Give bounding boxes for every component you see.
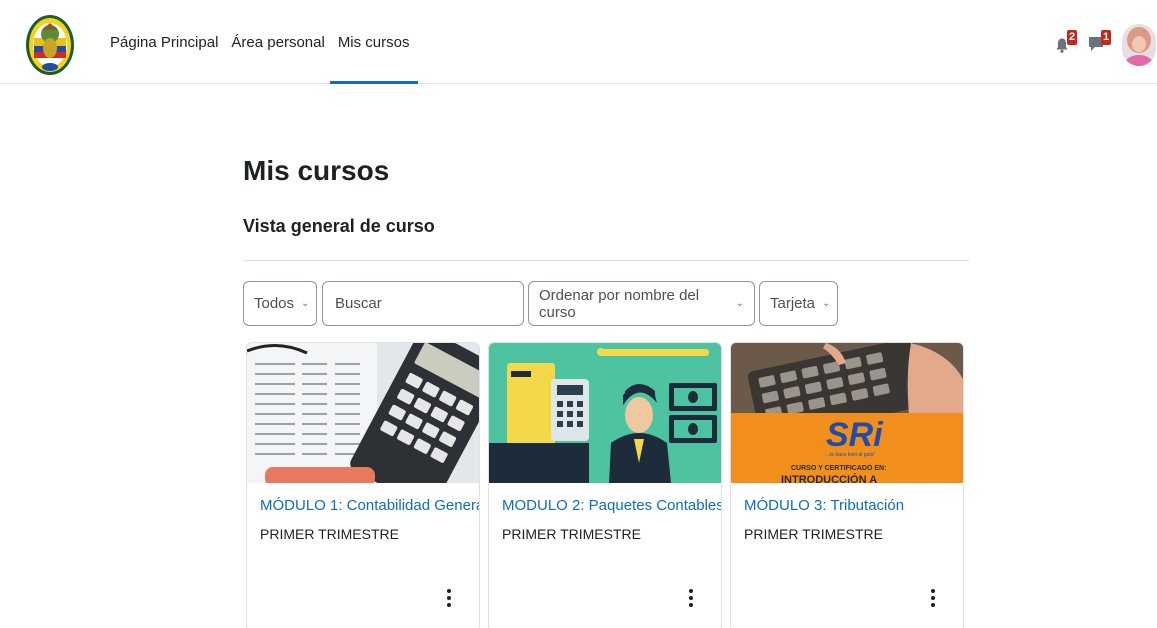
sort-dropdown[interactable]: Ordenar por nombre del curso ⌄ <box>528 281 755 326</box>
view-dropdown[interactable]: Tarjeta ⌄ <box>759 281 838 326</box>
course-name-link[interactable]: MÓDULO 3: Tributación <box>744 497 950 514</box>
chevron-down-icon: ⌄ <box>301 298 310 309</box>
course-category: PRIMER TRIMESTRE <box>502 526 641 542</box>
nav-dashboard[interactable]: Área personal <box>231 0 324 84</box>
search-input[interactable]: Buscar <box>322 281 524 326</box>
image-caption-text-2: INTRODUCCIÓN A <box>781 473 877 483</box>
grouping-dropdown[interactable]: Todos ⌄ <box>243 281 317 326</box>
image-caption-text: CURSO Y CERTIFICADO EN: <box>791 465 886 472</box>
chevron-down-icon: ⌄ <box>735 298 744 309</box>
grouping-dropdown-label: Todos <box>254 295 295 312</box>
sri-brand-text: SRi <box>826 416 884 454</box>
course-category: PRIMER TRIMESTRE <box>744 526 883 542</box>
course-name-link[interactable]: MÓDULO 1: Contabilidad General <box>260 497 479 514</box>
course-card: SRi ...le hace bien al país! CURSO Y CER… <box>730 342 964 628</box>
course-image-calculator[interactable] <box>247 343 479 483</box>
top-navbar: Página Principal Área personal Mis curso… <box>0 0 1157 84</box>
institution-seal-icon[interactable] <box>25 14 75 76</box>
more-vertical-icon[interactable] <box>923 586 943 610</box>
chevron-down-icon: ⌄ <box>822 298 831 309</box>
nav-home[interactable]: Página Principal <box>110 0 218 84</box>
search-placeholder: Buscar <box>335 295 382 312</box>
message-count-badge: 1 <box>1101 30 1112 45</box>
course-name-link[interactable]: MODULO 2: Paquetes Contables <box>502 497 721 514</box>
more-vertical-icon[interactable] <box>681 586 701 610</box>
section-title: Vista general de curso <box>243 216 435 236</box>
course-category: PRIMER TRIMESTRE <box>260 526 399 542</box>
primary-navigation: Página Principal Área personal Mis curso… <box>110 0 423 84</box>
course-card: MÓDULO 1: Contabilidad General PRIMER TR… <box>246 342 480 628</box>
notification-count-badge: 2 <box>1067 30 1078 45</box>
page-title: Mis cursos <box>243 155 390 186</box>
section-divider <box>243 260 969 261</box>
sort-dropdown-label: Ordenar por nombre del curso <box>539 286 700 321</box>
course-image-accounting-software[interactable] <box>489 343 721 483</box>
view-dropdown-label: Tarjeta <box>770 295 816 312</box>
course-image-taxes[interactable]: SRi ...le hace bien al país! CURSO Y CER… <box>731 343 963 483</box>
user-avatar[interactable] <box>1122 24 1156 66</box>
sri-tagline-text: ...le hace bien al país! <box>826 452 875 458</box>
course-card: MODULO 2: Paquetes Contables PRIMER TRIM… <box>488 342 722 628</box>
nav-my-courses[interactable]: Mis cursos <box>329 0 418 84</box>
more-vertical-icon[interactable] <box>439 586 459 610</box>
